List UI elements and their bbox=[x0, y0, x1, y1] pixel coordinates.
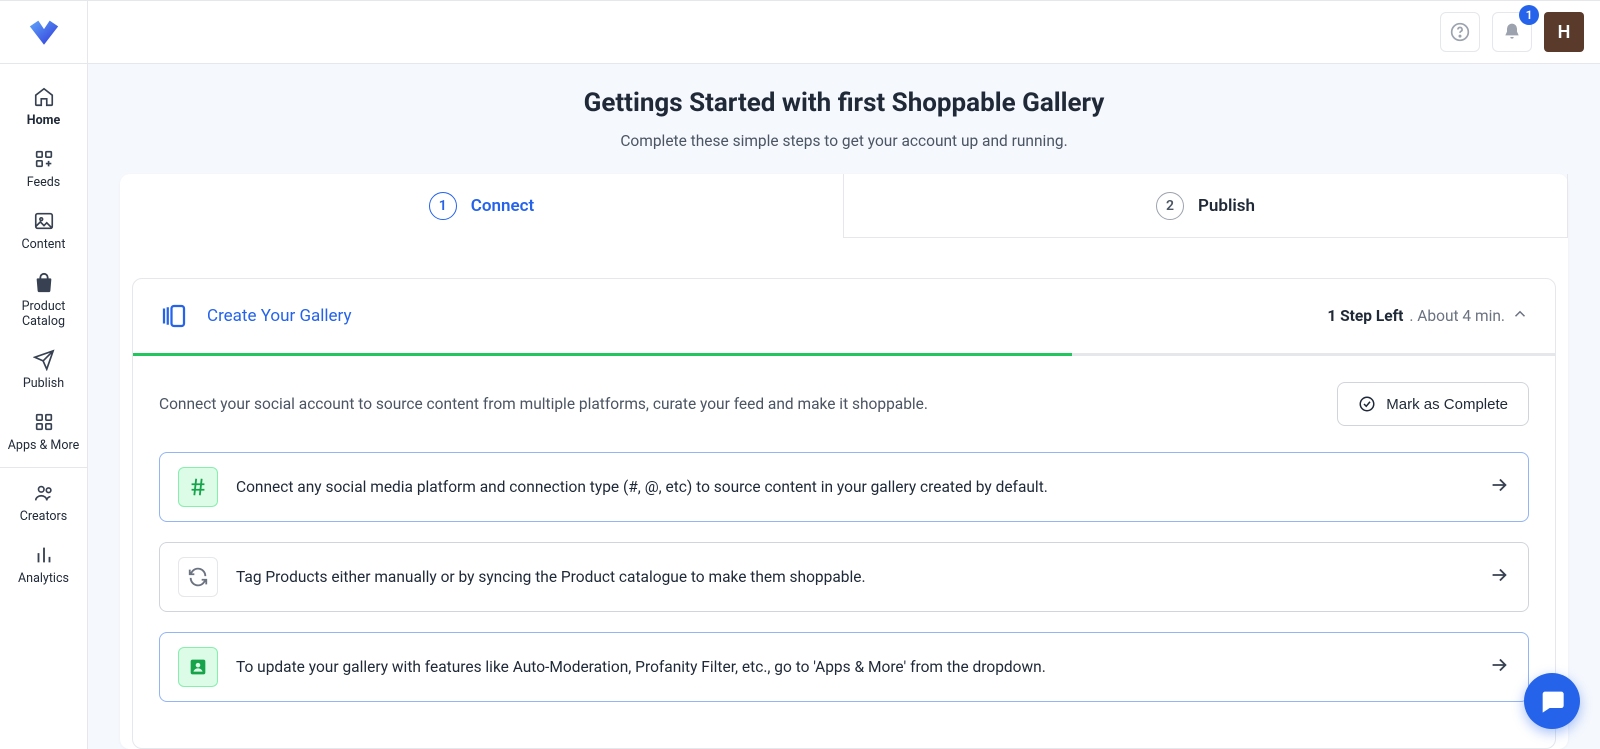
notification-badge: 1 bbox=[1519, 5, 1539, 25]
page-subtitle: Complete these simple steps to get your … bbox=[88, 132, 1600, 150]
time-estimate: . About 4 min. bbox=[1409, 307, 1505, 325]
step-tag-products[interactable]: Tag Products either manually or by synci… bbox=[159, 542, 1529, 612]
sidebar-item-analytics[interactable]: Analytics bbox=[5, 534, 83, 596]
grid-icon bbox=[33, 411, 55, 433]
step-text: To update your gallery with features lik… bbox=[236, 658, 1046, 676]
step-connect-social[interactable]: Connect any social media platform and co… bbox=[159, 452, 1529, 522]
sidebar-item-publish[interactable]: Publish bbox=[5, 339, 83, 401]
steps-left: 1 Step Left bbox=[1327, 307, 1403, 325]
image-icon bbox=[33, 210, 55, 232]
topbar: 1 H bbox=[0, 0, 1600, 64]
progress-fill bbox=[133, 353, 1072, 356]
sidebar-item-feeds[interactable]: Feeds bbox=[5, 138, 83, 200]
sidebar-label: Product Catalog bbox=[5, 299, 83, 329]
help-icon bbox=[1450, 22, 1470, 42]
sidebar-item-content[interactable]: Content bbox=[5, 200, 83, 262]
sidebar-label: Home bbox=[27, 113, 60, 128]
tab-connect[interactable]: 1 Connect bbox=[120, 174, 843, 238]
gallery-description: Connect your social account to source co… bbox=[159, 395, 928, 413]
notifications-button[interactable]: 1 bbox=[1492, 12, 1532, 52]
sidebar-label: Publish bbox=[23, 376, 64, 391]
tabs-card: 1 Connect 2 Publish Create Your Gallery … bbox=[120, 174, 1568, 749]
sidebar-item-apps-more[interactable]: Apps & More bbox=[5, 401, 83, 463]
avatar[interactable]: H bbox=[1544, 12, 1584, 52]
contact-icon bbox=[178, 647, 218, 687]
sidebar-label: Apps & More bbox=[8, 438, 79, 453]
step-text: Tag Products either manually or by synci… bbox=[236, 568, 866, 586]
arrow-right-icon bbox=[1488, 654, 1510, 680]
arrow-right-icon bbox=[1488, 564, 1510, 590]
arrow-right-icon bbox=[1488, 474, 1510, 500]
sidebar-label: Analytics bbox=[18, 571, 69, 586]
step-text: Connect any social media platform and co… bbox=[236, 478, 1048, 496]
chat-fab[interactable] bbox=[1524, 673, 1580, 729]
chat-icon bbox=[1538, 687, 1566, 715]
check-circle-icon bbox=[1358, 395, 1376, 413]
sidebar-label: Feeds bbox=[27, 175, 61, 190]
sync-icon bbox=[178, 557, 218, 597]
card-title: Create Your Gallery bbox=[207, 306, 352, 326]
home-icon bbox=[33, 86, 55, 108]
sidebar: Home Feeds Content Product Catalog Publi… bbox=[0, 64, 88, 749]
help-button[interactable] bbox=[1440, 12, 1480, 52]
sidebar-label: Creators bbox=[20, 509, 67, 524]
step-number: 2 bbox=[1156, 192, 1184, 220]
gallery-icon bbox=[159, 301, 189, 331]
tab-publish[interactable]: 2 Publish bbox=[843, 174, 1568, 238]
logo[interactable] bbox=[0, 1, 88, 63]
tab-label: Publish bbox=[1198, 196, 1255, 216]
chart-icon bbox=[33, 544, 55, 566]
sidebar-separator bbox=[0, 467, 87, 468]
mark-complete-button[interactable]: Mark as Complete bbox=[1337, 382, 1529, 426]
page-title: Gettings Started with first Shoppable Ga… bbox=[88, 88, 1600, 118]
feeds-icon bbox=[33, 148, 55, 170]
gallery-card: Create Your Gallery 1 Step Left . About … bbox=[132, 278, 1556, 749]
send-icon bbox=[33, 349, 55, 371]
sidebar-item-product-catalog[interactable]: Product Catalog bbox=[5, 262, 83, 339]
bag-icon bbox=[33, 272, 55, 294]
bell-icon bbox=[1502, 22, 1522, 42]
main-content: Gettings Started with first Shoppable Ga… bbox=[88, 64, 1600, 749]
sidebar-label: Content bbox=[22, 237, 66, 252]
tab-label: Connect bbox=[471, 196, 534, 216]
progress-bar bbox=[133, 353, 1555, 356]
mark-complete-label: Mark as Complete bbox=[1386, 396, 1508, 413]
sidebar-item-home[interactable]: Home bbox=[5, 76, 83, 138]
card-header[interactable]: Create Your Gallery 1 Step Left . About … bbox=[133, 279, 1555, 353]
step-number: 1 bbox=[429, 192, 457, 220]
chevron-up-icon[interactable] bbox=[1511, 305, 1529, 327]
sidebar-item-creators[interactable]: Creators bbox=[5, 472, 83, 534]
heart-logo-icon bbox=[27, 15, 61, 49]
users-icon bbox=[33, 482, 55, 504]
hash-icon bbox=[178, 467, 218, 507]
step-update-gallery[interactable]: To update your gallery with features lik… bbox=[159, 632, 1529, 702]
